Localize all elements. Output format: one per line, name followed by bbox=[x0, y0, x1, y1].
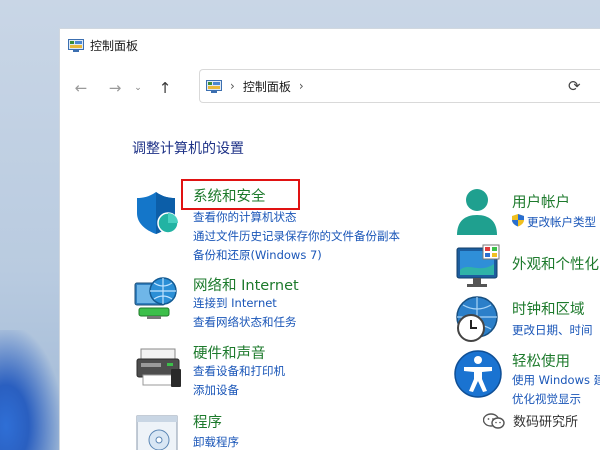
category-link[interactable]: 更改日期、时间 bbox=[512, 322, 593, 338]
category-link[interactable]: 通过文件历史记录保存你的文件备份副本 bbox=[193, 228, 400, 244]
accessibility-icon[interactable] bbox=[453, 349, 503, 399]
category-title[interactable]: 外观和个性化 bbox=[512, 253, 599, 274]
chevron-right-icon[interactable]: › bbox=[299, 79, 304, 93]
category-link[interactable]: 使用 Windows 建 bbox=[512, 372, 600, 388]
category-link[interactable]: 优化视觉显示 bbox=[512, 391, 581, 407]
category-title[interactable]: 硬件和声音 bbox=[193, 342, 266, 363]
title-bar: 控制面板 bbox=[60, 29, 600, 61]
uac-shield-icon bbox=[512, 214, 524, 227]
control-panel-window: 控制面板 ← → ⌄ ↑ › 控制面板 › ⟳ 调整计算机的设置 系统和安全 查… bbox=[59, 28, 600, 450]
watermark-text: 数码研究所 bbox=[513, 415, 579, 430]
printer-icon[interactable] bbox=[135, 347, 183, 389]
control-panel-icon bbox=[68, 38, 84, 52]
category-link[interactable]: 备份和还原(Windows 7) bbox=[193, 247, 322, 263]
category-link[interactable]: 查看网络状态和任务 bbox=[193, 314, 297, 330]
watermark: 数码研究所 bbox=[483, 411, 578, 430]
navigation-bar: ← → ⌄ ↑ › 控制面板 › ⟳ bbox=[60, 69, 600, 107]
up-arrow-icon[interactable]: ↑ bbox=[151, 74, 179, 102]
user-icon[interactable] bbox=[455, 187, 501, 237]
wechat-icon bbox=[483, 412, 505, 429]
category-link[interactable]: 卸载程序 bbox=[193, 434, 239, 450]
category-title[interactable]: 网络和 Internet bbox=[193, 274, 299, 295]
category-title[interactable]: 程序 bbox=[193, 411, 222, 432]
refresh-icon[interactable]: ⟳ bbox=[568, 77, 581, 95]
page-title: 调整计算机的设置 bbox=[132, 141, 244, 157]
category-link[interactable]: 添加设备 bbox=[193, 382, 239, 398]
network-globe-icon[interactable] bbox=[133, 275, 181, 323]
category-link[interactable]: 连接到 Internet bbox=[193, 295, 277, 311]
category-title[interactable]: 时钟和区域 bbox=[512, 298, 585, 319]
forward-arrow-icon[interactable]: → bbox=[101, 74, 129, 102]
back-arrow-icon[interactable]: ← bbox=[67, 74, 95, 102]
category-link[interactable]: 更改帐户类型 bbox=[527, 214, 596, 230]
window-title: 控制面板 bbox=[90, 38, 139, 53]
chevron-right-icon: › bbox=[230, 79, 235, 93]
category-link[interactable]: 查看你的计算机状态 bbox=[193, 209, 297, 225]
monitor-icon[interactable] bbox=[455, 244, 503, 292]
programs-icon[interactable] bbox=[135, 414, 181, 450]
address-bar[interactable]: › 控制面板 › bbox=[199, 69, 600, 103]
recent-locations-icon[interactable]: ⌄ bbox=[129, 74, 147, 102]
category-title[interactable]: 用户帐户 bbox=[512, 191, 570, 212]
control-panel-icon bbox=[206, 79, 222, 93]
highlight-box bbox=[181, 179, 300, 210]
category-title[interactable]: 轻松使用 bbox=[512, 350, 570, 371]
breadcrumb[interactable]: 控制面板 bbox=[243, 78, 291, 95]
desktop-background bbox=[0, 330, 60, 450]
category-link[interactable]: 查看设备和打印机 bbox=[193, 363, 285, 379]
shield-icon[interactable] bbox=[135, 189, 181, 235]
clock-globe-icon[interactable] bbox=[453, 295, 501, 345]
